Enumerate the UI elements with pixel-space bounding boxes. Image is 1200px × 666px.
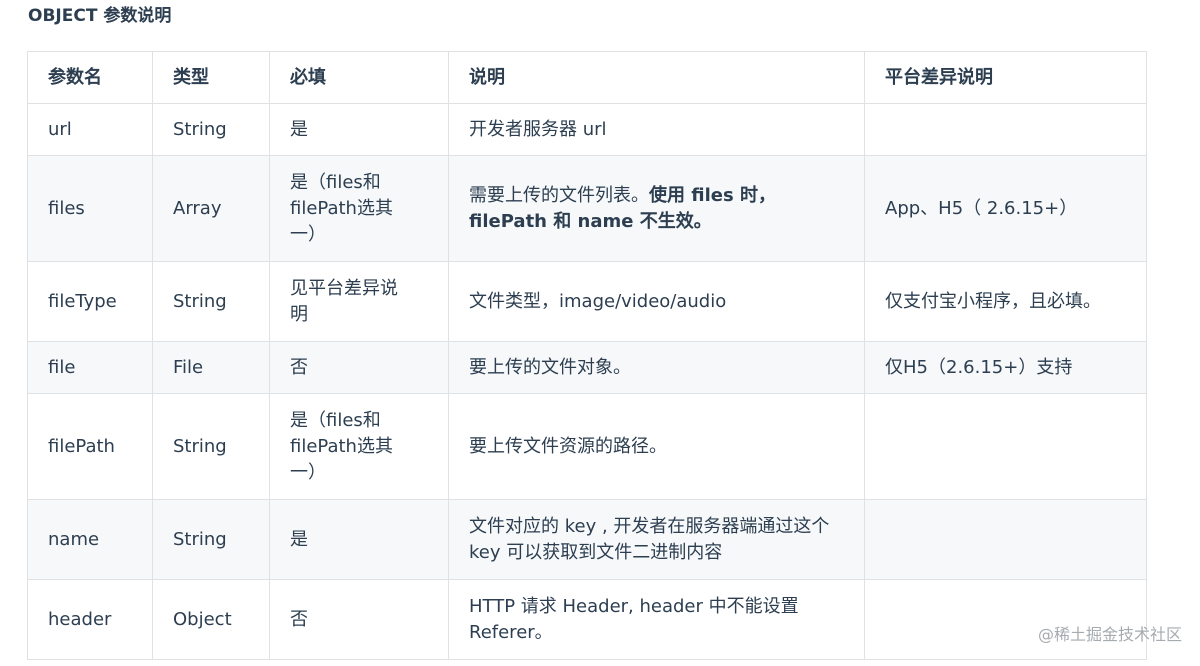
description-text: 开发者服务器 url xyxy=(469,118,607,140)
column-header-description: 说明 xyxy=(448,51,865,104)
param-name: filePath xyxy=(27,393,153,500)
param-type: Array xyxy=(152,155,270,262)
required-text: 是（files和filePath选其一） xyxy=(290,409,393,483)
required-text: 见平台差异说明 xyxy=(290,277,398,325)
watermark: @稀土掘金技术社区 xyxy=(1037,625,1182,644)
table-row: files Array 是（files和filePath选其一） 需要上传的文件… xyxy=(27,155,1147,262)
param-description: 文件类型，image/video/audio xyxy=(448,261,865,342)
description-text: 需要上传的文件列表。 xyxy=(469,184,649,206)
table-row: filePath String 是（files和filePath选其一） 要上传… xyxy=(27,393,1147,500)
param-required: 否 xyxy=(269,341,449,394)
description-text: HTTP 请求 Header, header 中不能设置 Referer。 xyxy=(469,595,799,643)
column-header-required: 必填 xyxy=(269,51,449,104)
param-platform xyxy=(864,499,1147,580)
param-platform: App、H5（ 2.6.15+） xyxy=(864,155,1147,262)
param-platform xyxy=(864,393,1147,500)
param-description: 要上传的文件对象。 xyxy=(448,341,865,394)
param-description: HTTP 请求 Header, header 中不能设置 Referer。 xyxy=(448,579,865,660)
column-header-name: 参数名 xyxy=(27,51,153,104)
param-type: String xyxy=(152,103,270,156)
param-description: 要上传文件资源的路径。 xyxy=(448,393,865,500)
column-header-platform: 平台差异说明 xyxy=(864,51,1147,104)
description-text: 要上传的文件对象。 xyxy=(469,356,631,378)
required-text: 是（files和filePath选其一） xyxy=(290,171,393,245)
param-name: file xyxy=(27,341,153,394)
param-platform: 仅支付宝小程序，且必填。 xyxy=(864,261,1147,342)
param-required: 是（files和filePath选其一） xyxy=(269,155,449,262)
param-description: 需要上传的文件列表。使用 files 时，filePath 和 name 不生效… xyxy=(448,155,865,262)
table-row: file File 否 要上传的文件对象。 仅H5（2.6.15+）支持 xyxy=(27,341,1147,394)
param-type: File xyxy=(152,341,270,394)
param-required: 是 xyxy=(269,499,449,580)
description-text: 文件对应的 key , 开发者在服务器端通过这个 key 可以获取到文件二进制内… xyxy=(469,515,830,563)
description-text: 文件类型，image/video/audio xyxy=(469,290,727,312)
table-row: header Object 否 HTTP 请求 Header, header 中… xyxy=(27,579,1147,660)
param-description: 文件对应的 key , 开发者在服务器端通过这个 key 可以获取到文件二进制内… xyxy=(448,499,865,580)
column-header-type: 类型 xyxy=(152,51,270,104)
param-name: url xyxy=(27,103,153,156)
param-required: 是（files和filePath选其一） xyxy=(269,393,449,500)
param-name: files xyxy=(27,155,153,262)
params-table: 参数名 类型 必填 说明 平台差异说明 url String 是 开发者服务器 … xyxy=(27,51,1147,660)
description-text: 要上传文件资源的路径。 xyxy=(469,435,667,457)
param-type: String xyxy=(152,261,270,342)
param-type: String xyxy=(152,393,270,500)
table-row: fileType String 见平台差异说明 文件类型，image/video… xyxy=(27,261,1147,342)
param-name: header xyxy=(27,579,153,660)
param-platform xyxy=(864,103,1147,156)
section-title: OBJECT 参数说明 xyxy=(28,6,172,26)
param-required: 见平台差异说明 xyxy=(269,261,449,342)
param-name: name xyxy=(27,499,153,580)
param-description: 开发者服务器 url xyxy=(448,103,865,156)
table-row: name String 是 文件对应的 key , 开发者在服务器端通过这个 k… xyxy=(27,499,1147,580)
table-row: url String 是 开发者服务器 url xyxy=(27,103,1147,156)
param-type: String xyxy=(152,499,270,580)
param-platform: 仅H5（2.6.15+）支持 xyxy=(864,341,1147,394)
param-required: 是 xyxy=(269,103,449,156)
param-platform xyxy=(864,579,1147,660)
param-type: Object xyxy=(152,579,270,660)
param-required: 否 xyxy=(269,579,449,660)
table-header-row: 参数名 类型 必填 说明 平台差异说明 xyxy=(27,51,1147,104)
param-name: fileType xyxy=(27,261,153,342)
